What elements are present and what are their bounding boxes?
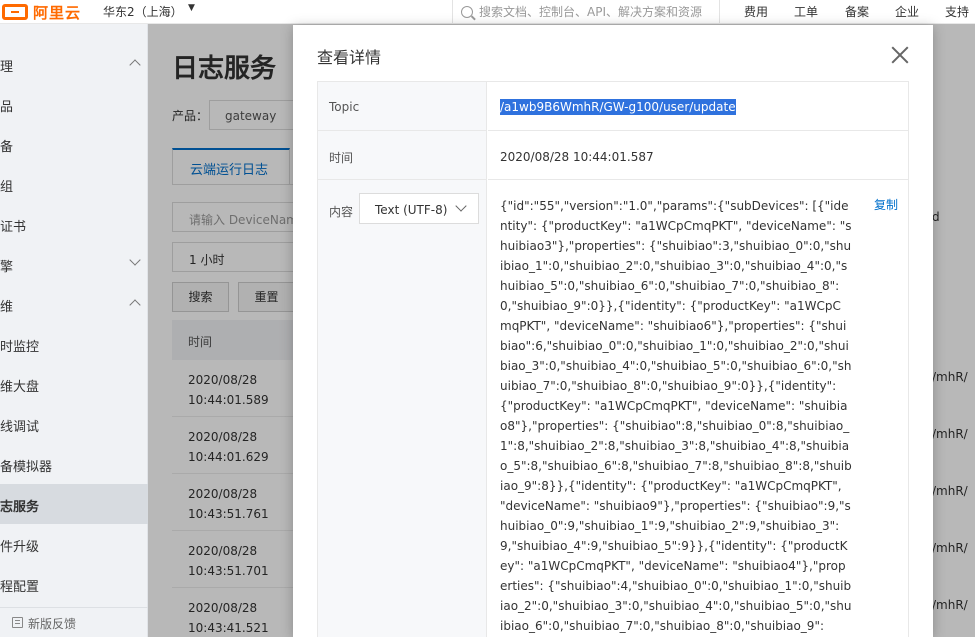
log-content-text: {"id":"55","version":"1.0","params":{"su… [500,199,852,633]
sidebar-item-realtime-monitor[interactable]: 时监控 [0,324,148,364]
sidebar-item-operations[interactable]: 维 [0,284,148,324]
sidebar-item-label: 理 [0,60,14,75]
sidebar-item-label: 备模拟器 [0,460,53,475]
sidebar-item-label: 件升级 [0,540,40,555]
sidebar-item-label: 线调试 [0,420,40,435]
sidebar-item-label: 组 [0,180,14,195]
search-icon [461,5,473,18]
time-value: 2020/08/28 10:44:01.587 [500,150,654,164]
sidebar-item-log-service[interactable]: 志服务 [0,484,148,524]
chevron-down-icon [129,254,141,266]
sidebar-item-products[interactable]: 品 [0,84,148,124]
nav-tickets[interactable]: 工单 [794,3,818,20]
feedback-link[interactable]: 新版反馈 [0,607,148,637]
sidebar-item-remote-config[interactable]: 程配置 [0,564,148,604]
sidebar-item-label: 品 [0,100,14,115]
topic-value[interactable]: /a1wb9B6WmhR/GW-g100/user/update [500,99,736,115]
topic-label-cell: Topic [318,82,487,131]
sidebar-item-label: 时监控 [0,340,40,355]
aliyun-logo-icon [2,4,28,20]
topic-value-cell: /a1wb9B6WmhR/GW-g100/user/update [488,82,909,131]
chevron-up-icon [129,299,141,311]
encoding-value: Text (UTF-8) [375,203,448,217]
sidebar-item-label: 维 [0,300,14,315]
sidebar-item-label: 志服务 [0,500,40,515]
time-label: 时间 [329,151,354,165]
sidebar-item-certificates[interactable]: 证书 [0,204,148,244]
aliyun-logo[interactable]: 阿里云 [2,3,82,22]
dialog-title: 查看详情 [317,48,382,67]
feedback-label: 新版反馈 [28,617,77,631]
close-icon[interactable] [891,46,909,64]
sidebar-item-device-simulator[interactable]: 备模拟器 [0,444,148,484]
sidebar-item-firmware-upgrade[interactable]: 件升级 [0,524,148,564]
region-selector[interactable]: 华东2（上海） [103,3,183,20]
nav-enterprise[interactable]: 企业 [895,3,919,20]
encoding-select[interactable]: Text (UTF-8) [359,193,479,224]
sidebar-item-ops-dashboard[interactable]: 维大盘 [0,364,148,404]
nav-icp-filing[interactable]: 备案 [845,3,869,20]
feedback-icon [12,617,23,628]
copy-link[interactable]: 复制 [874,196,898,213]
sidebar-item-devices[interactable]: 备 [0,124,148,164]
sidebar-item-label: 擎 [0,260,14,275]
nav-billing[interactable]: 费用 [744,3,768,20]
detail-dialog: 查看详情 Topic /a1wb9B6WmhR/GW-g100/user/upd… [293,25,933,637]
sidebar-item-device-management[interactable]: 理 [0,44,148,84]
nav-support[interactable]: 支持 [945,3,969,20]
sidebar-item-groups[interactable]: 组 [0,164,148,204]
detail-table: Topic /a1wb9B6WmhR/GW-g100/user/update 时… [317,81,909,637]
topic-label: Topic [329,100,360,114]
caret-down-icon[interactable]: ▼ [188,3,195,13]
chevron-down-icon [455,200,467,212]
time-value-cell: 2020/08/28 10:44:01.587 [488,131,909,180]
sidebar-item-label: 证书 [0,220,27,235]
sidebar-item-online-debug[interactable]: 线调试 [0,404,148,444]
sidebar-item-rule-engine[interactable]: 擎 [0,244,148,284]
top-navigation-bar: 阿里云 华东2（上海） ▼ 搜索文档、控制台、API、解决方案和资源 费用 工单… [0,0,975,24]
search-input[interactable]: 搜索文档、控制台、API、解决方案和资源 [479,3,702,20]
global-search[interactable]: 搜索文档、控制台、API、解决方案和资源 [452,0,720,23]
time-label-cell: 时间 [318,131,487,180]
content-value-cell: {"id":"55","version":"1.0","params":{"su… [488,180,909,637]
sidebar: 理 品 备 组 证书 擎 维 时监控 维大盘 线调试 备模拟器 志服务 件升级 … [0,24,148,637]
sidebar-item-label: 程配置 [0,580,40,595]
logo-text: 阿里云 [33,3,82,22]
sidebar-item-label: 备 [0,140,14,155]
sidebar-item-label: 维大盘 [0,380,40,395]
chevron-up-icon [129,59,141,71]
content-label: 内容 [329,205,354,219]
content-label-cell: 内容 Text (UTF-8) [318,180,487,637]
